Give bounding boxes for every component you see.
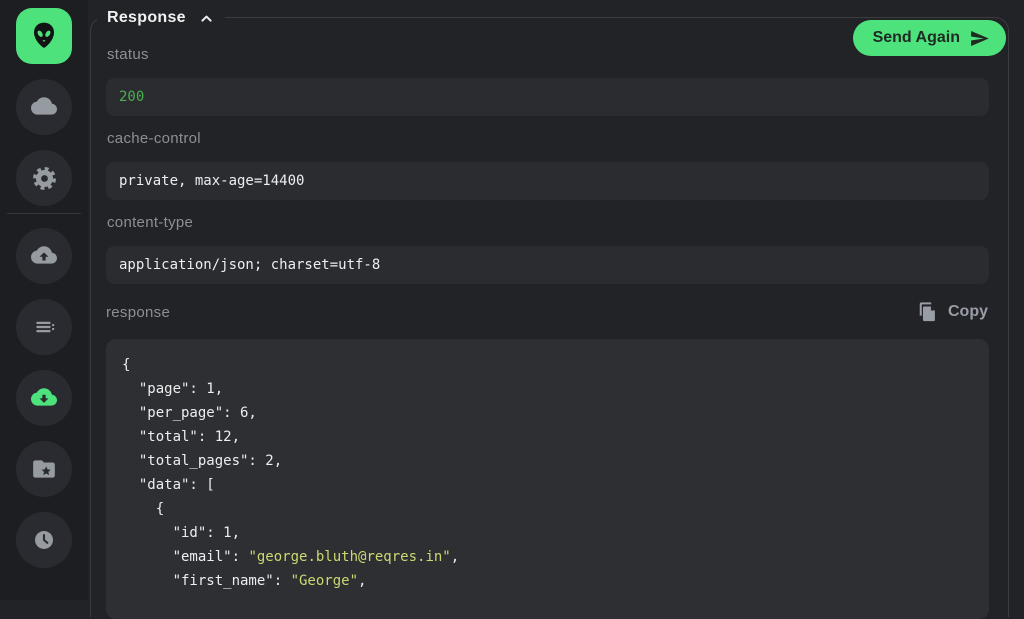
send-icon bbox=[969, 28, 990, 49]
sidebar-item-history[interactable] bbox=[16, 512, 72, 568]
sidebar-item-cloud[interactable] bbox=[16, 79, 72, 135]
code-line: "page": 1, bbox=[122, 377, 973, 401]
clock-icon bbox=[31, 527, 57, 553]
cloud-download-icon bbox=[31, 385, 57, 411]
copy-icon bbox=[917, 301, 939, 323]
gear-icon bbox=[31, 165, 58, 192]
code-line: "total_pages": 2, bbox=[122, 449, 973, 473]
cloud-upload-icon bbox=[31, 243, 57, 269]
code-line: "total": 12, bbox=[122, 425, 973, 449]
send-again-label: Send Again bbox=[873, 29, 960, 47]
code-line: { bbox=[122, 497, 973, 521]
response-body[interactable]: { "page": 1, "per_page": 6, "total": 12,… bbox=[106, 339, 989, 619]
cache-control-value: private, max-age=14400 bbox=[106, 162, 989, 200]
content-type-value: application/json; charset=utf-8 bbox=[106, 246, 989, 284]
request-list-icon bbox=[31, 314, 57, 340]
sidebar-item-settings[interactable] bbox=[16, 150, 72, 206]
status-value: 200 bbox=[106, 78, 989, 116]
panel-legend: Response bbox=[97, 5, 225, 31]
panel-title: Response bbox=[107, 9, 186, 27]
alien-icon bbox=[28, 20, 60, 52]
sidebar-item-upload[interactable] bbox=[16, 228, 72, 284]
code-line: "id": 1, bbox=[122, 521, 973, 545]
sidebar-divider bbox=[7, 213, 81, 214]
response-panel: Response Send Again status 200 cache-con… bbox=[90, 17, 1009, 617]
code-line: "first_name": "George", bbox=[122, 569, 973, 593]
cloud-icon bbox=[31, 94, 57, 120]
sidebar-item-home[interactable] bbox=[16, 8, 72, 64]
code-line: "data": [ bbox=[122, 473, 973, 497]
content-type-label: content-type bbox=[107, 214, 989, 231]
sidebar-item-requests[interactable] bbox=[16, 299, 72, 355]
sidebar-item-download[interactable] bbox=[16, 370, 72, 426]
copy-label: Copy bbox=[948, 303, 988, 321]
sidebar-item-collections[interactable] bbox=[16, 441, 72, 497]
code-line: "per_page": 6, bbox=[122, 401, 973, 425]
response-label: response bbox=[106, 304, 170, 321]
code-line: { bbox=[122, 353, 973, 377]
cache-control-label: cache-control bbox=[107, 130, 989, 147]
chevron-up-icon[interactable] bbox=[198, 10, 215, 27]
copy-button[interactable]: Copy bbox=[917, 301, 989, 323]
sidebar bbox=[0, 0, 88, 600]
send-again-button[interactable]: Send Again bbox=[853, 20, 1006, 56]
code-line: "email": "george.bluth@reqres.in", bbox=[122, 545, 973, 569]
folder-star-icon bbox=[31, 456, 57, 482]
response-row: response Copy bbox=[106, 301, 989, 323]
